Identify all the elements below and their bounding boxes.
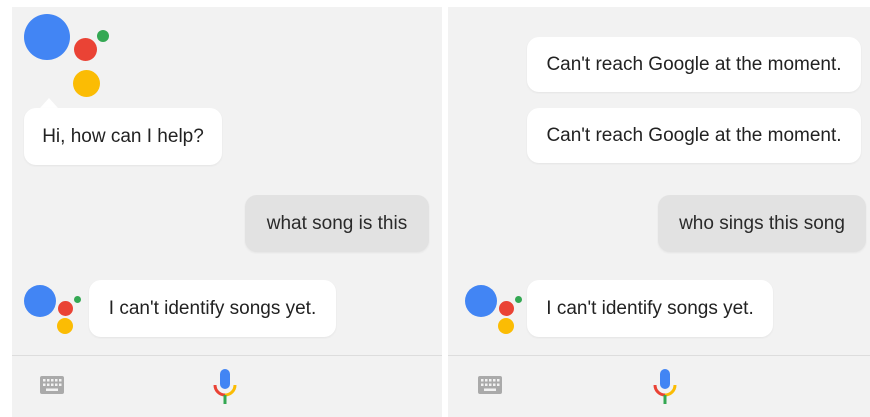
assistant-greeting-text: Hi, how can I help? xyxy=(42,125,204,147)
error-text: Can't reach Google at the moment. xyxy=(546,124,842,146)
assistant-greeting-bubble: Hi, how can I help? xyxy=(24,108,222,165)
assistant-reply-bubble: I can't identify songs yet. xyxy=(527,280,773,337)
input-divider xyxy=(12,355,442,356)
conversation-panel-right: Can't reach Google at the moment. Can't … xyxy=(448,7,870,417)
user-query-bubble: who sings this song xyxy=(658,195,866,252)
keyboard-icon[interactable] xyxy=(40,376,64,394)
microphone-icon[interactable] xyxy=(652,367,678,407)
google-assistant-logo-icon xyxy=(24,14,114,104)
assistant-reply-bubble: I can't identify songs yet. xyxy=(89,280,336,337)
google-assistant-logo-icon xyxy=(465,285,525,340)
keyboard-icon[interactable] xyxy=(478,376,502,394)
input-divider xyxy=(448,355,870,356)
user-query-text: what song is this xyxy=(266,212,408,234)
assistant-reply-text: I can't identify songs yet. xyxy=(546,297,754,319)
error-text: Can't reach Google at the moment. xyxy=(546,53,842,75)
google-assistant-logo-icon xyxy=(24,285,84,340)
user-query-text: who sings this song xyxy=(679,212,845,234)
error-bubble: Can't reach Google at the moment. xyxy=(527,37,861,92)
microphone-icon[interactable] xyxy=(212,367,238,407)
bubble-tail xyxy=(40,98,58,108)
user-query-bubble: what song is this xyxy=(245,195,429,252)
error-bubble: Can't reach Google at the moment. xyxy=(527,108,861,163)
conversation-panel-left: Hi, how can I help? what song is this I … xyxy=(12,7,442,417)
assistant-reply-text: I can't identify songs yet. xyxy=(108,297,317,319)
